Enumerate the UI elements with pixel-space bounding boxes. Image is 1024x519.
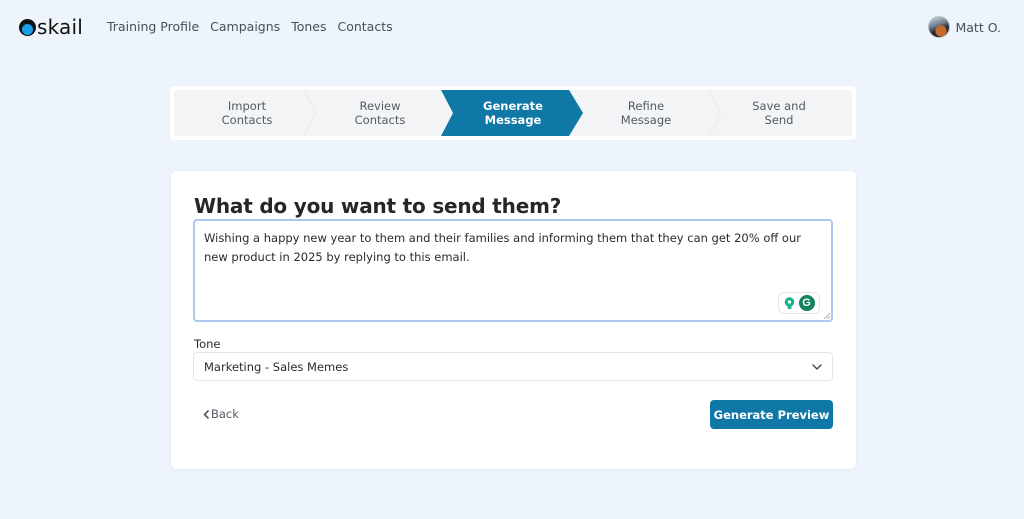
step-label-line1: Import bbox=[227, 99, 267, 113]
step-label-line2: Contacts bbox=[221, 113, 273, 127]
back-button[interactable]: Back bbox=[203, 407, 239, 421]
nav-link-contacts[interactable]: Contacts bbox=[337, 19, 392, 34]
logo-mark-icon bbox=[19, 18, 36, 36]
step-label-line2: Message bbox=[620, 113, 672, 127]
nav-link-campaigns[interactable]: Campaigns bbox=[210, 19, 280, 34]
progress-stepper: Import Contacts Review Contacts Generate Me… bbox=[170, 86, 856, 140]
nav-link-tones[interactable]: Tones bbox=[291, 19, 326, 34]
step-generate-message[interactable]: Generate Message bbox=[446, 90, 580, 136]
resize-handle-icon[interactable] bbox=[823, 312, 830, 319]
user-menu[interactable]: Matt O. bbox=[928, 16, 1001, 38]
message-card: What do you want to send them? Wishing a… bbox=[171, 171, 856, 469]
step-label-line2: Message bbox=[484, 113, 542, 127]
chevron-left-icon bbox=[203, 409, 209, 419]
back-label: Back bbox=[211, 407, 239, 421]
user-name: Matt O. bbox=[955, 19, 1001, 35]
tone-label: Tone bbox=[194, 337, 221, 351]
main-nav: Training Profile Campaigns Tones Contact… bbox=[107, 19, 393, 34]
tone-selected-value: Marketing - Sales Memes bbox=[204, 359, 349, 374]
top-navigation: skail Training Profile Campaigns Tones C… bbox=[0, 0, 1024, 56]
step-review-contacts[interactable]: Review Contacts bbox=[313, 90, 447, 136]
user-avatar-icon bbox=[928, 16, 951, 38]
nav-link-training-profile[interactable]: Training Profile bbox=[107, 19, 199, 34]
step-label-line1: Review bbox=[359, 99, 401, 113]
step-label-line1: Refine bbox=[627, 99, 665, 113]
lightbulb-icon bbox=[784, 296, 794, 309]
grammarly-widget[interactable]: G bbox=[778, 292, 820, 314]
stepper-track: Import Contacts Review Contacts Generate Me… bbox=[174, 90, 852, 136]
tone-select[interactable]: Marketing - Sales Memes bbox=[193, 352, 833, 381]
generate-preview-button[interactable]: Generate Preview bbox=[710, 400, 833, 429]
page-title: What do you want to send them? bbox=[194, 194, 562, 218]
message-textarea[interactable]: Wishing a happy new year to them and the… bbox=[193, 219, 833, 322]
step-label-line1: Generate bbox=[483, 99, 543, 113]
brand-logo[interactable]: skail bbox=[19, 15, 84, 39]
step-label-line2: Contacts bbox=[354, 113, 406, 127]
step-refine-message[interactable]: Refine Message bbox=[579, 90, 713, 136]
step-label-line2: Send bbox=[764, 113, 794, 127]
message-text[interactable]: Wishing a happy new year to them and the… bbox=[204, 229, 824, 267]
step-label-line1: Save and bbox=[752, 99, 806, 113]
grammarly-icon: G bbox=[798, 295, 815, 311]
logo-text: skail bbox=[37, 15, 84, 39]
step-save-and-send[interactable]: Save and Send bbox=[712, 90, 846, 136]
step-import-contacts[interactable]: Import Contacts bbox=[180, 90, 314, 136]
chevron-down-icon bbox=[812, 363, 822, 370]
